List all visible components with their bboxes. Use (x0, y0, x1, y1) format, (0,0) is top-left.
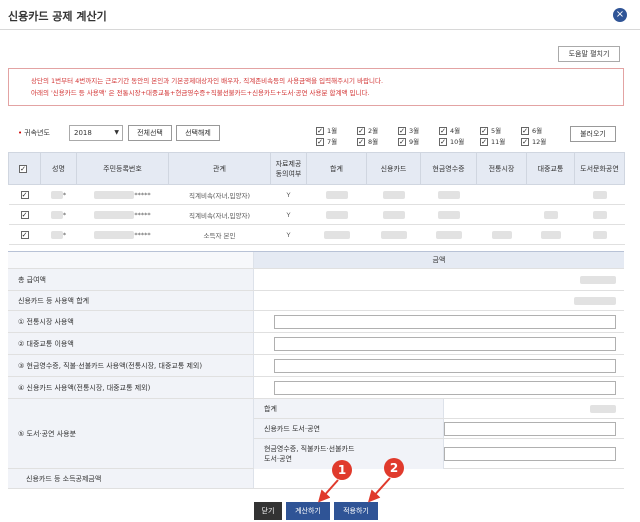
arrow-1-icon (318, 479, 339, 503)
annotation-arrows (318, 477, 391, 503)
arrow-2-icon (367, 477, 391, 503)
